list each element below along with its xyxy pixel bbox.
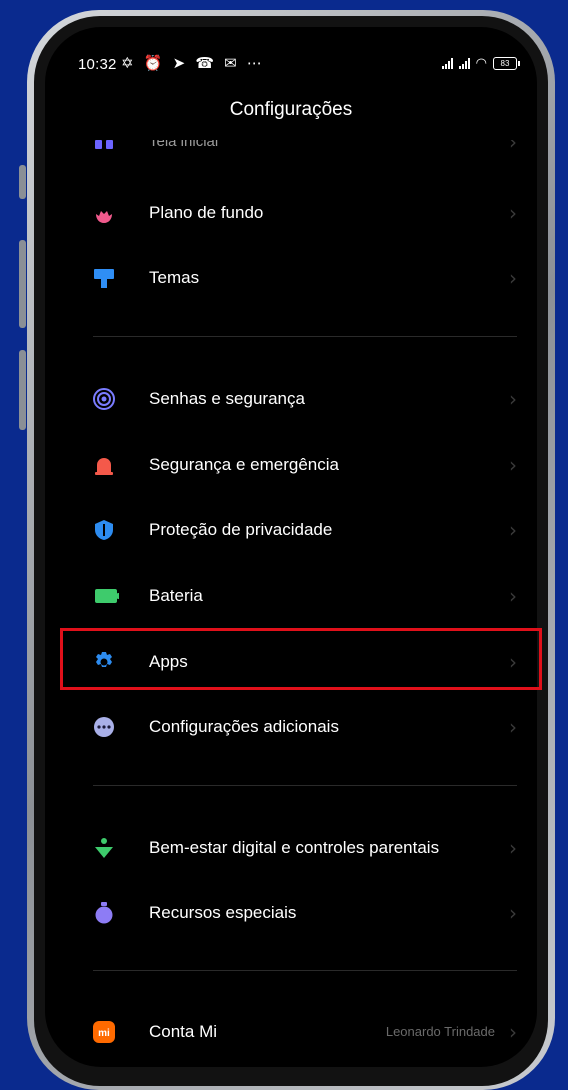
chevron-right-icon: ›	[509, 140, 517, 154]
chevron-right-icon: ›	[509, 201, 517, 225]
settings-item-configuracoes-adicionais[interactable]: Configurações adicionais ›	[45, 698, 537, 754]
chevron-right-icon: ›	[509, 715, 517, 739]
section-divider	[93, 970, 517, 971]
settings-item-protecao-de-privacidade[interactable]: Proteção de privacidade ›	[45, 501, 537, 557]
settings-item-temas[interactable]: Temas ›	[45, 249, 537, 305]
account-name: Leonardo Trindade	[385, 1024, 495, 1039]
notification-icons: ✡ ⏰ ➤ ☎ ✉ ⋯	[121, 55, 265, 72]
settings-item-label: Bateria	[149, 586, 203, 605]
section-divider	[93, 785, 517, 786]
home-screen-icon	[95, 140, 113, 149]
settings-item-bateria[interactable]: Bateria ›	[45, 567, 537, 623]
chevron-right-icon: ›	[509, 266, 517, 290]
settings-item-label: Conta Mi	[149, 1022, 218, 1041]
settings-item-bem-estar-digital[interactable]: Bem-estar digital e controles parentais …	[45, 819, 537, 875]
svg-text:mi: mi	[98, 1028, 110, 1039]
settings-item-label: Senhas e segurança	[149, 389, 305, 408]
settings-item-label: Plano de fundo	[149, 203, 264, 222]
settings-item-label: Recursos especiais	[149, 903, 297, 922]
status-time: 10:32	[78, 56, 117, 73]
status-bar: 10:32 ✡ ⏰ ➤ ☎ ✉ ⋯ ◠ 83	[45, 27, 537, 97]
flower-icon	[96, 211, 112, 223]
fingerprint-icon	[93, 388, 115, 410]
more-dots-icon	[94, 717, 114, 737]
mi-logo-icon: mi	[93, 1021, 115, 1043]
battery-status-icon: 83	[493, 56, 520, 70]
settings-item-label: Bem-estar digital e controles parentais	[149, 838, 440, 857]
settings-item-label: Proteção de privacidade	[149, 520, 333, 539]
chevron-right-icon: ›	[509, 836, 517, 860]
settings-item-label: Tela inicial	[149, 140, 219, 150]
chevron-right-icon: ›	[509, 1020, 517, 1044]
settings-item-seguranca-e-emergencia[interactable]: Segurança e emergência ›	[45, 436, 537, 492]
special-features-icon	[95, 902, 113, 924]
settings-item-label: Segurança e emergência	[149, 455, 339, 474]
alarm-light-icon	[95, 458, 113, 475]
settings-item-conta-mi[interactable]: mi Conta Mi Leonardo Trindade ›	[45, 1003, 537, 1059]
page-title: Configurações	[229, 99, 353, 120]
phone-side-button	[19, 350, 26, 430]
chevron-right-icon: ›	[509, 453, 517, 477]
battery-icon	[95, 589, 119, 603]
settings-item-senhas-e-seguranca[interactable]: Senhas e segurança ›	[45, 370, 537, 426]
section-divider	[93, 336, 517, 337]
status-right: ◠ 83	[441, 55, 520, 71]
chevron-right-icon: ›	[509, 584, 517, 608]
chevron-right-icon: ›	[509, 387, 517, 411]
settings-item-recursos-especiais[interactable]: Recursos especiais ›	[45, 884, 537, 940]
signal-icon	[441, 57, 453, 69]
highlight-box	[60, 628, 542, 690]
chevron-right-icon: ›	[509, 901, 517, 925]
signal-icon	[458, 57, 470, 69]
phone-side-button	[19, 165, 26, 199]
privacy-shield-icon	[95, 520, 113, 540]
settings-item-tela-inicial[interactable]: Tela inicial ›	[45, 140, 537, 166]
settings-item-label: Configurações adicionais	[149, 717, 339, 736]
settings-item-label: Temas	[149, 268, 200, 287]
wifi-icon: ◠	[475, 55, 487, 70]
settings-item-plano-de-fundo[interactable]: Plano de fundo ›	[45, 184, 537, 240]
wellbeing-icon	[95, 838, 113, 858]
brush-icon	[94, 269, 114, 288]
phone-side-button	[19, 240, 26, 328]
phone-screen: 10:32 ✡ ⏰ ➤ ☎ ✉ ⋯ ◠ 83 Configurações Tel…	[45, 27, 537, 1067]
chevron-right-icon: ›	[509, 518, 517, 542]
